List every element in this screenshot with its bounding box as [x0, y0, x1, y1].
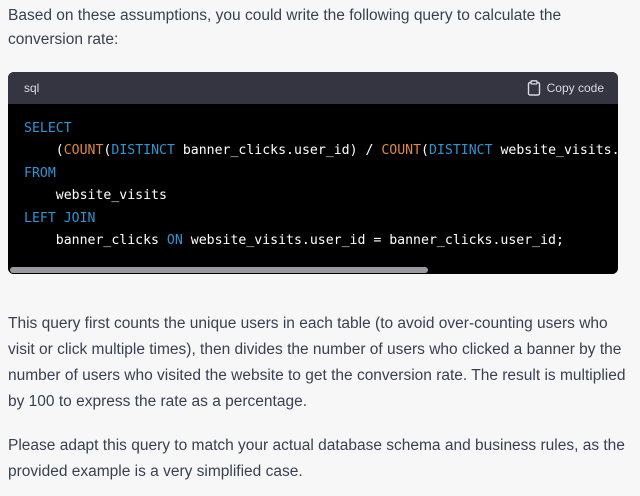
clipboard-icon [527, 80, 541, 96]
code-function: COUNT [381, 143, 422, 159]
code-line: LEFT JOIN [24, 208, 618, 230]
message-intro: Based on these assumptions, you could wr… [8, 7, 562, 48]
code-text: website_visits.user_id = banner_clicks.u… [182, 232, 564, 248]
code-text: website_visits [55, 188, 167, 204]
scrollbar-thumb[interactable] [10, 267, 429, 273]
code-content[interactable]: SELECT (COUNT(DISTINCT banner_clicks.use… [24, 118, 618, 252]
code-text: ( [55, 143, 64, 159]
code-keyword: LEFT JOIN [24, 210, 96, 226]
code-keyword: FROM [24, 165, 56, 181]
copy-code-button[interactable]: Copy code [527, 80, 604, 96]
code-line: FROM [24, 163, 618, 185]
code-text: banner_clicks [55, 232, 167, 248]
code-header: sql Copy code [8, 72, 618, 104]
code-line: banner_clicks ON website_visits.user_id … [24, 230, 618, 252]
code-text: banner_clicks.user_id) / [174, 143, 382, 159]
code-block: sql Copy code SELECT (COUNT(DISTINCT ban… [8, 72, 618, 274]
code-function: COUNT [63, 143, 104, 159]
code-line: website_visits [24, 185, 618, 207]
message-paragraph-note: Please adapt this query to match your ac… [8, 437, 625, 480]
code-keyword: ON [166, 232, 183, 248]
code-keyword: DISTINCT [429, 143, 493, 159]
copy-code-label: Copy code [546, 81, 604, 95]
horizontal-scrollbar[interactable] [8, 266, 618, 274]
code-line: SELECT [24, 118, 618, 140]
code-keyword: SELECT [24, 121, 72, 136]
code-language-label: sql [24, 81, 40, 95]
code-keyword: DISTINCT [111, 143, 175, 159]
code-line: (COUNT(DISTINCT banner_clicks.user_id) /… [24, 140, 618, 162]
code-text: website_visits.user_id)) * 100 AS conver… [500, 143, 618, 159]
message-paragraph-explanation: This query first counts the unique users… [8, 315, 626, 410]
code-text: ( [421, 143, 429, 159]
